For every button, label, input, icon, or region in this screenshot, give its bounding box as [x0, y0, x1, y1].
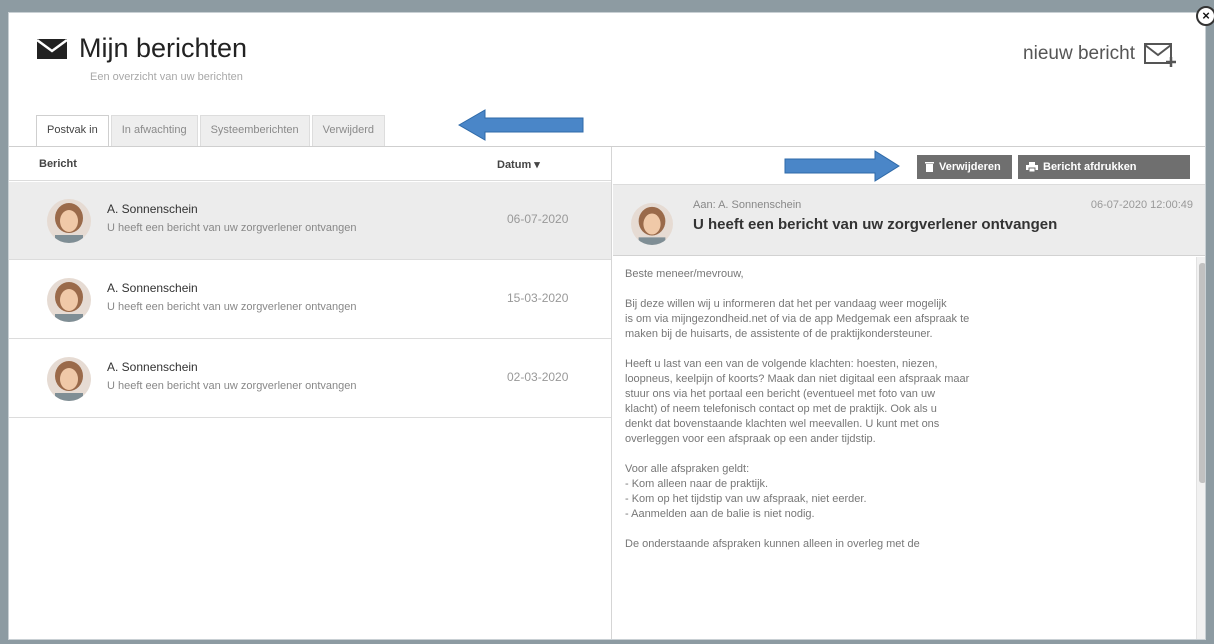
message-detail: Verwijderen Bericht afdrukken Aan: A. So… [613, 147, 1205, 639]
messages-modal: Mijn berichten Een overzicht van uw beri… [8, 12, 1206, 640]
print-button[interactable]: Bericht afdrukken [1018, 155, 1190, 179]
avatar [631, 203, 673, 245]
page-background: × Mijn berichten Een overzicht van uw be… [0, 0, 1214, 644]
delete-button-label: Verwijderen [939, 161, 1001, 173]
body-paragraph: Bij deze willen wij u informeren dat het… [625, 298, 970, 340]
delete-button[interactable]: Verwijderen [917, 155, 1012, 179]
close-icon[interactable]: × [1196, 6, 1214, 26]
new-message-button[interactable]: nieuw bericht [1023, 41, 1177, 67]
trash-icon [925, 162, 934, 172]
blue-arrow-annotation-toolbar [784, 150, 900, 182]
avatar [47, 199, 91, 243]
tab-deleted[interactable]: Verwijderd [311, 115, 385, 146]
modal-header: Mijn berichten Een overzicht van uw beri… [9, 13, 1205, 147]
message-row[interactable]: A. Sonnenschein U heeft een bericht van … [9, 182, 611, 260]
new-message-label: nieuw bericht [1023, 43, 1135, 64]
message-datetime: 06-07-2020 12:00:49 [1090, 199, 1193, 211]
detail-header: Aan: A. Sonnenschein 06-07-2020 12:00:49… [613, 184, 1205, 256]
body-paragraph: Voor alle afspraken geldt: - Kom alleen … [625, 463, 867, 520]
row-subject: U heeft een bericht van uw zorgverlener … [107, 380, 357, 392]
row-sender: A. Sonnenschein [107, 360, 198, 374]
row-sender: A. Sonnenschein [107, 281, 198, 295]
body-paragraph: Heeft u last van een van de volgende kla… [625, 358, 970, 445]
detail-toolbar: Verwijderen Bericht afdrukken [613, 147, 1205, 183]
tab-pending[interactable]: In afwachting [110, 115, 198, 146]
row-date: 06-07-2020 [507, 212, 569, 226]
message-row[interactable]: A. Sonnenschein U heeft een bericht van … [9, 340, 611, 418]
tab-system-messages[interactable]: Systeemberichten [199, 115, 310, 146]
row-date: 15-03-2020 [507, 291, 569, 305]
column-header-message: Bericht [39, 158, 77, 170]
avatar [47, 278, 91, 322]
print-button-label: Bericht afdrukken [1043, 161, 1137, 173]
printer-icon [1026, 162, 1038, 172]
body-paragraph: Beste meneer/mevrouw, [625, 268, 744, 280]
list-header: Bericht Datum ▾ [9, 147, 611, 181]
avatar [47, 357, 91, 401]
page-subtitle: Een overzicht van uw berichten [90, 71, 243, 83]
blue-arrow-annotation-tabs [457, 109, 584, 141]
row-subject: U heeft een bericht van uw zorgverlener … [107, 222, 357, 234]
scrollbar-thumb[interactable] [1199, 263, 1205, 483]
tab-inbox[interactable]: Postvak in [36, 115, 109, 147]
body-paragraph: De onderstaande afspraken kunnen alleen … [625, 538, 920, 550]
row-subject: U heeft een bericht van uw zorgverlener … [107, 301, 357, 313]
message-row[interactable]: A. Sonnenschein U heeft een bericht van … [9, 261, 611, 339]
envelope-icon [36, 38, 68, 59]
row-date: 02-03-2020 [507, 370, 569, 384]
body-scrollbar[interactable] [1196, 257, 1205, 639]
column-header-date-sort[interactable]: Datum ▾ [497, 158, 540, 171]
row-sender: A. Sonnenschein [107, 202, 198, 216]
message-list: Bericht Datum ▾ A. Sonnenschein U heeft … [9, 147, 612, 639]
page-title: Mijn berichten [79, 33, 248, 63]
message-body: Beste meneer/mevrouw, Bij deze willen wi… [613, 257, 1195, 639]
recipient-label: Aan: A. Sonnenschein [693, 199, 802, 211]
content-area: Bericht Datum ▾ A. Sonnenschein U heeft … [9, 146, 1205, 639]
tab-bar: Postvak in In afwachting Systeemberichte… [36, 115, 385, 147]
message-subject: U heeft een bericht van uw zorgverlener … [693, 216, 1058, 233]
new-message-icon [1144, 43, 1176, 67]
